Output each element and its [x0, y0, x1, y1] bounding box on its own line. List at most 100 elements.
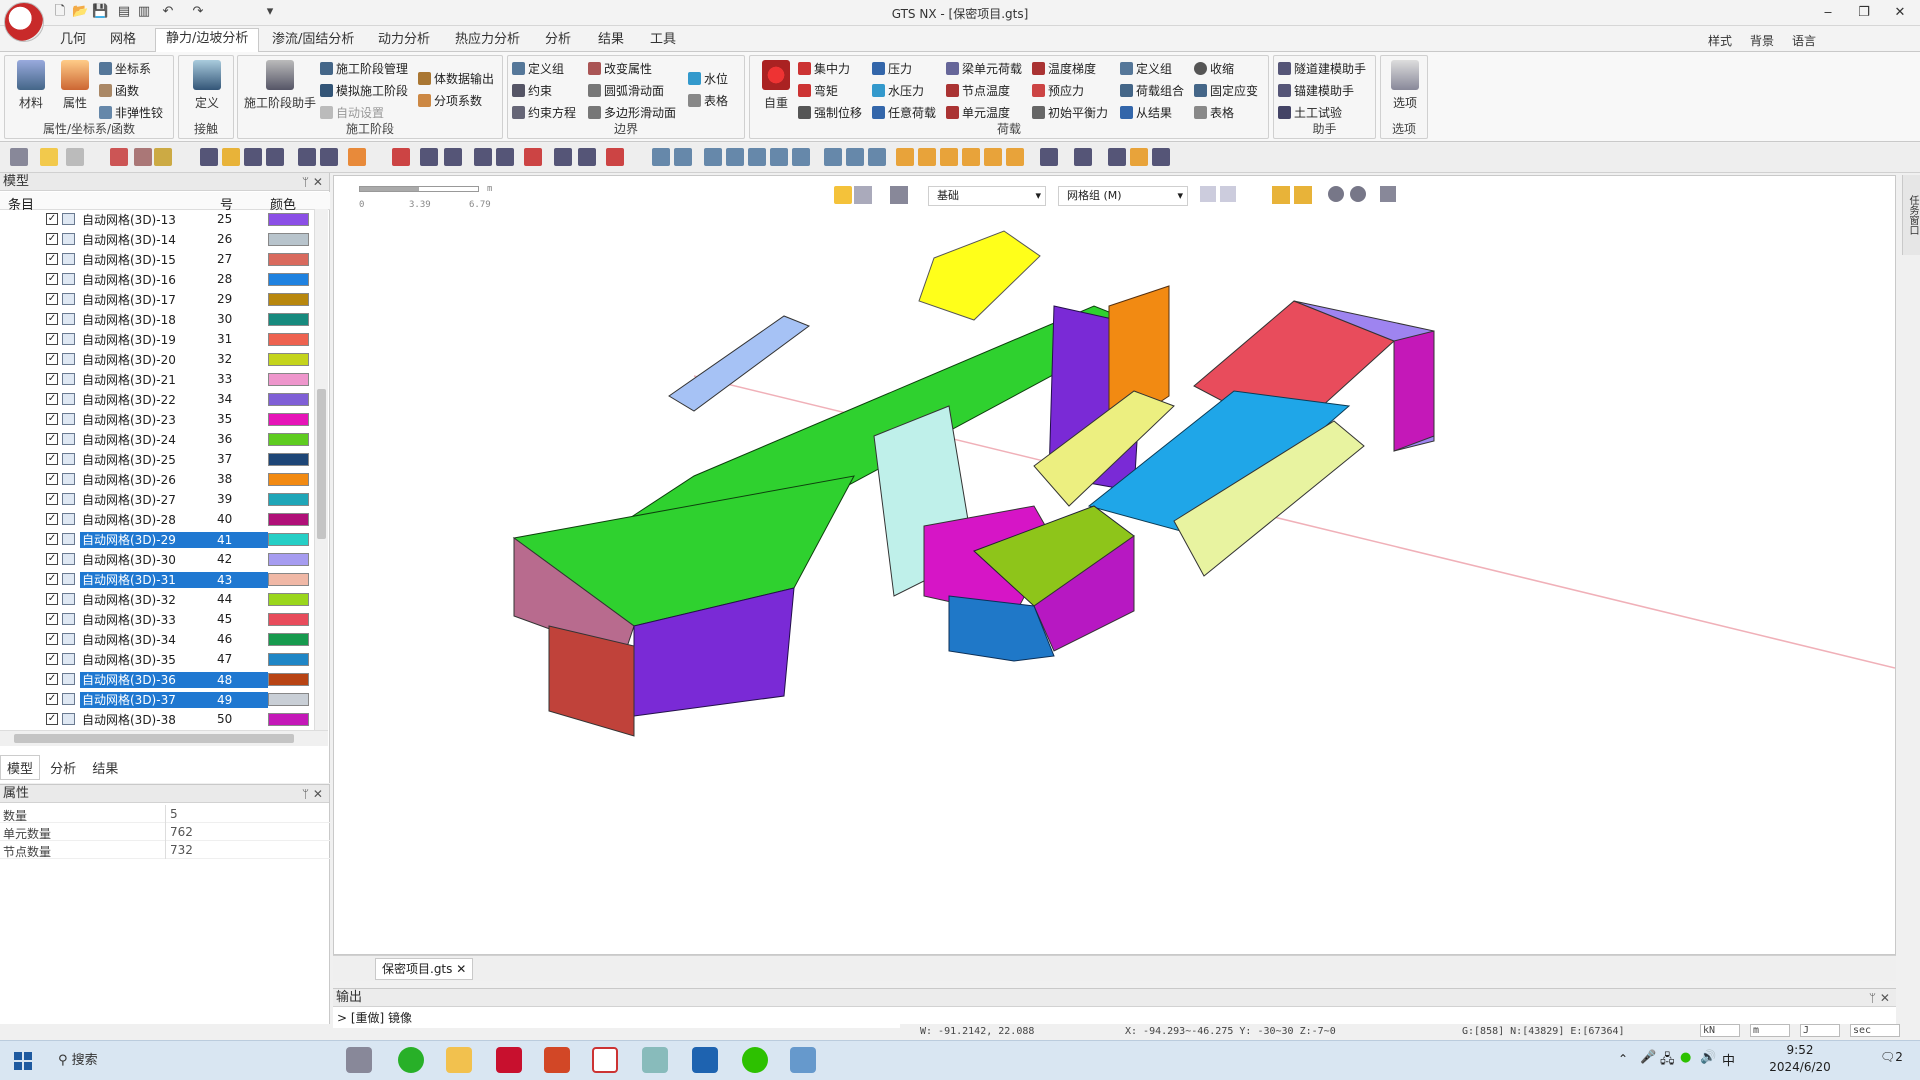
wireframe-icon[interactable] — [1108, 148, 1126, 166]
beam-load-button[interactable]: 梁单元荷载 — [946, 60, 1022, 78]
visibility-checkbox[interactable]: ✓ — [46, 473, 58, 485]
notification-icon[interactable]: 🗨2 — [1880, 1050, 1903, 1064]
work-plane-icon[interactable] — [244, 148, 262, 166]
color-swatch[interactable] — [268, 673, 309, 686]
color-swatch[interactable] — [268, 293, 309, 306]
visibility-checkbox[interactable]: ✓ — [46, 233, 58, 245]
tray-chevron-icon[interactable]: ⌃ — [1618, 1052, 1628, 1066]
self-weight-button[interactable]: 自重 — [754, 60, 798, 111]
pen-icon[interactable] — [606, 148, 624, 166]
tab-model[interactable]: 模型 — [0, 755, 41, 780]
start-icon[interactable] — [14, 1052, 32, 1070]
menu-geometry[interactable]: 几何 — [50, 30, 96, 52]
gts-nx-icon[interactable] — [592, 1047, 618, 1073]
move-icon[interactable] — [320, 148, 338, 166]
tree-row[interactable]: ✓ 自动网格(3D)-31 43 — [0, 569, 316, 589]
help-query-icon[interactable] — [524, 148, 542, 166]
contact-define-button[interactable]: 定义 — [185, 60, 229, 111]
visibility-checkbox[interactable]: ✓ — [46, 493, 58, 505]
ime-indicator[interactable]: 中 — [1722, 1050, 1735, 1069]
menu-seepage[interactable]: 渗流/固结分析 — [262, 30, 364, 52]
view-axis2-icon[interactable] — [868, 148, 886, 166]
tree-row[interactable]: ✓ 自动网格(3D)-28 40 — [0, 509, 316, 529]
visibility-checkbox[interactable]: ✓ — [46, 353, 58, 365]
visibility-checkbox[interactable]: ✓ — [46, 293, 58, 305]
color-swatch[interactable] — [268, 353, 309, 366]
tree-row[interactable]: ✓ 自动网格(3D)-15 27 — [0, 249, 316, 269]
view-right-icon[interactable] — [984, 148, 1002, 166]
view-grid-icon[interactable] — [824, 148, 842, 166]
color-swatch[interactable] — [268, 593, 309, 606]
color-swatch[interactable] — [268, 373, 309, 386]
tree-row[interactable]: ✓ 自动网格(3D)-38 50 — [0, 709, 316, 729]
pressure-button[interactable]: 压力 — [872, 60, 912, 78]
visibility-checkbox[interactable]: ✓ — [46, 573, 58, 585]
menu-tools[interactable]: 工具 — [640, 30, 686, 52]
display-icon[interactable] — [154, 148, 172, 166]
color-swatch[interactable] — [268, 413, 309, 426]
tree-row[interactable]: ✓ 自动网格(3D)-27 39 — [0, 489, 316, 509]
tree-row[interactable]: ✓ 自动网格(3D)-24 36 — [0, 429, 316, 449]
tree-row[interactable]: ✓ 自动网格(3D)-30 42 — [0, 549, 316, 569]
visibility-checkbox[interactable]: ✓ — [46, 393, 58, 405]
visibility-checkbox[interactable]: ✓ — [46, 613, 58, 625]
unlock-icon[interactable] — [66, 148, 84, 166]
visibility-checkbox[interactable]: ✓ — [46, 533, 58, 545]
view-front-icon[interactable] — [918, 148, 936, 166]
tree-row[interactable]: ✓ 自动网格(3D)-32 44 — [0, 589, 316, 609]
menu-analysis[interactable]: 分析 — [535, 30, 581, 52]
minimize-button[interactable]: ‒ — [1814, 3, 1842, 23]
query-node-icon[interactable] — [474, 148, 492, 166]
tree-horizontal-scrollbar[interactable] — [0, 730, 328, 746]
node-temp-button[interactable]: 节点温度 — [946, 82, 1010, 100]
coord-system-button[interactable]: 坐标系 — [99, 60, 151, 78]
solid-icon[interactable] — [1130, 148, 1148, 166]
map-icon[interactable] — [392, 148, 410, 166]
task-window-tab[interactable]: 任务窗口 — [1902, 175, 1920, 255]
tree-row[interactable]: ✓ 自动网格(3D)-13 25 — [0, 209, 316, 229]
scroll-thumb[interactable] — [317, 389, 326, 539]
material-button[interactable]: 材料 — [9, 60, 53, 111]
zoom-in-icon[interactable] — [726, 148, 744, 166]
clock-time[interactable]: 9:52 — [1770, 1043, 1830, 1057]
query-element-icon[interactable] — [496, 148, 514, 166]
menu-thermal[interactable]: 热应力分析 — [445, 30, 530, 52]
unit-time-select[interactable]: sec — [1850, 1024, 1900, 1037]
tree-row[interactable]: ✓ 自动网格(3D)-19 31 — [0, 329, 316, 349]
3d-viewport[interactable]: m 0 3.39 6.79 基础 ▾ 网格组 (M) ▾ — [333, 175, 1896, 955]
tunnel-wizard-button[interactable]: 隧道建模助手 — [1278, 60, 1366, 78]
property-button[interactable]: 属性 — [53, 60, 97, 111]
tree-row[interactable]: ✓ 自动网格(3D)-21 33 — [0, 369, 316, 389]
tree-row[interactable]: ✓ 自动网格(3D)-35 47 — [0, 649, 316, 669]
view-left-icon[interactable] — [962, 148, 980, 166]
restore-button[interactable]: ❐ — [1850, 3, 1878, 23]
visibility-checkbox[interactable]: ✓ — [46, 273, 58, 285]
tree-row[interactable]: ✓ 自动网格(3D)-20 32 — [0, 349, 316, 369]
stage-wizard-button[interactable]: 施工阶段助手 — [240, 60, 320, 111]
unit-energy-select[interactable]: J — [1800, 1024, 1840, 1037]
zoom-window-icon[interactable] — [704, 148, 722, 166]
panel-pin-close-icon[interactable]: ᛘ ✕ — [302, 173, 323, 191]
color-swatch[interactable] — [268, 313, 309, 326]
simulate-stage-button[interactable]: 模拟施工阶段 — [320, 82, 408, 100]
app-logo-button[interactable] — [4, 2, 44, 42]
arc-slip-button[interactable]: 圆弧滑动面 — [588, 82, 664, 100]
color-swatch[interactable] — [268, 613, 309, 626]
tree-row[interactable]: ✓ 自动网格(3D)-25 37 — [0, 449, 316, 469]
tree-row[interactable]: ✓ 自动网格(3D)-16 28 — [0, 269, 316, 289]
app-icon[interactable] — [642, 1047, 668, 1073]
color-swatch[interactable] — [268, 233, 309, 246]
select-tool-icon[interactable] — [10, 148, 28, 166]
align-icon[interactable] — [266, 148, 284, 166]
visibility-checkbox[interactable]: ✓ — [46, 333, 58, 345]
transform-icon[interactable] — [298, 148, 316, 166]
visibility-checkbox[interactable]: ✓ — [46, 453, 58, 465]
mic-icon[interactable]: 🎤 — [1640, 1050, 1656, 1065]
close-button[interactable]: ✕ — [1886, 3, 1914, 23]
tree-row[interactable]: ✓ 自动网格(3D)-29 41 — [0, 529, 316, 549]
zoom-icon[interactable] — [652, 148, 670, 166]
view-axis-icon[interactable] — [846, 148, 864, 166]
color-swatch[interactable] — [268, 213, 309, 226]
visibility-checkbox[interactable]: ✓ — [46, 213, 58, 225]
node-icon[interactable] — [420, 148, 438, 166]
